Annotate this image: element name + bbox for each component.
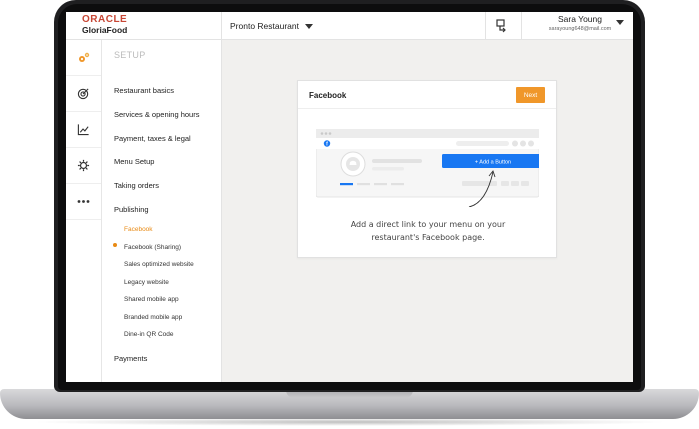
add-a-button-label: + Add a Button	[475, 160, 511, 166]
sidebar-item-payments[interactable]: Payments	[114, 354, 147, 363]
laptop-frame: ORACLE GloriaFood Pronto Restaurant Sara…	[0, 0, 699, 429]
target-icon	[77, 88, 89, 100]
sidebar-subitem-sales-optimized-website[interactable]: Sales optimized website	[124, 261, 194, 268]
caption-line-1: Add a direct link to your menu on your	[350, 220, 506, 229]
setup-sidebar: SETUP Restaurant basics Services & openi…	[102, 40, 222, 382]
restaurant-selector[interactable]: Pronto Restaurant	[230, 17, 313, 35]
sidebar-item-taking-orders[interactable]: Taking orders	[114, 181, 159, 190]
sidebar-subitem-facebook-sharing[interactable]: Facebook (Sharing)	[124, 244, 181, 251]
facebook-page-illustration: f + Add a Button	[316, 129, 539, 207]
sidebar-item-services-opening-hours[interactable]: Services & opening hours	[114, 110, 199, 119]
gloriafood-wordmark: GloriaFood	[82, 25, 128, 35]
user-menu[interactable]: Sara Young sarayoung648@mail.com	[534, 14, 626, 33]
divider	[521, 12, 522, 40]
chevron-down-icon	[304, 23, 313, 29]
rail-item-reports[interactable]	[66, 112, 101, 148]
sidebar-subitem-dine-in-qr-code[interactable]: Dine-in QR Code	[124, 331, 174, 338]
divider	[485, 12, 486, 40]
laptop-shadow	[30, 418, 669, 426]
card-title: Facebook	[309, 91, 347, 100]
sidebar-item-menu-setup[interactable]: Menu Setup	[114, 157, 154, 166]
sidebar-subitem-shared-mobile-app[interactable]: Shared mobile app	[124, 296, 179, 303]
settings-icon	[77, 159, 90, 172]
active-indicator	[113, 243, 117, 247]
sidebar-subitem-facebook[interactable]: Facebook	[124, 226, 153, 233]
chart-icon	[77, 124, 89, 136]
gears-icon	[78, 52, 89, 62]
rail-item-settings[interactable]	[66, 148, 101, 184]
divider	[221, 12, 222, 40]
rail-item-marketing[interactable]	[66, 76, 101, 112]
user-name: Sara Young	[558, 14, 602, 24]
sidebar-item-restaurant-basics[interactable]: Restaurant basics	[114, 86, 174, 95]
rail-item-more[interactable]	[66, 184, 101, 220]
rail-item-setup[interactable]	[66, 40, 101, 76]
user-email: sarayoung648@mail.com	[548, 26, 612, 32]
sidebar-subitem-branded-mobile-app[interactable]: Branded mobile app	[124, 314, 182, 321]
restaurant-name: Pronto Restaurant	[230, 21, 299, 31]
caption-line-2: restaurant's Facebook page.	[371, 233, 485, 242]
sidebar-item-payment-taxes-legal[interactable]: Payment, taxes & legal	[114, 134, 191, 143]
sidebar-heading: SETUP	[114, 50, 146, 60]
facebook-card: Facebook Next f + Add a Button Add a dir…	[297, 80, 557, 258]
card-caption: Add a direct link to your menu on your r…	[318, 218, 538, 244]
app-screen: ORACLE GloriaFood Pronto Restaurant Sara…	[66, 12, 633, 382]
switch-icon[interactable]	[494, 18, 510, 34]
more-icon	[77, 200, 90, 203]
icon-rail	[66, 40, 102, 382]
brand-logo: ORACLE GloriaFood	[82, 14, 222, 35]
sidebar-subitem-legacy-website[interactable]: Legacy website	[124, 279, 169, 286]
card-header: Facebook Next	[298, 81, 556, 109]
chevron-down-icon	[616, 20, 624, 25]
top-bar: ORACLE GloriaFood Pronto Restaurant Sara…	[66, 12, 633, 40]
oracle-wordmark: ORACLE	[82, 14, 128, 25]
next-button[interactable]: Next	[516, 87, 545, 103]
sidebar-item-publishing[interactable]: Publishing	[114, 205, 149, 214]
